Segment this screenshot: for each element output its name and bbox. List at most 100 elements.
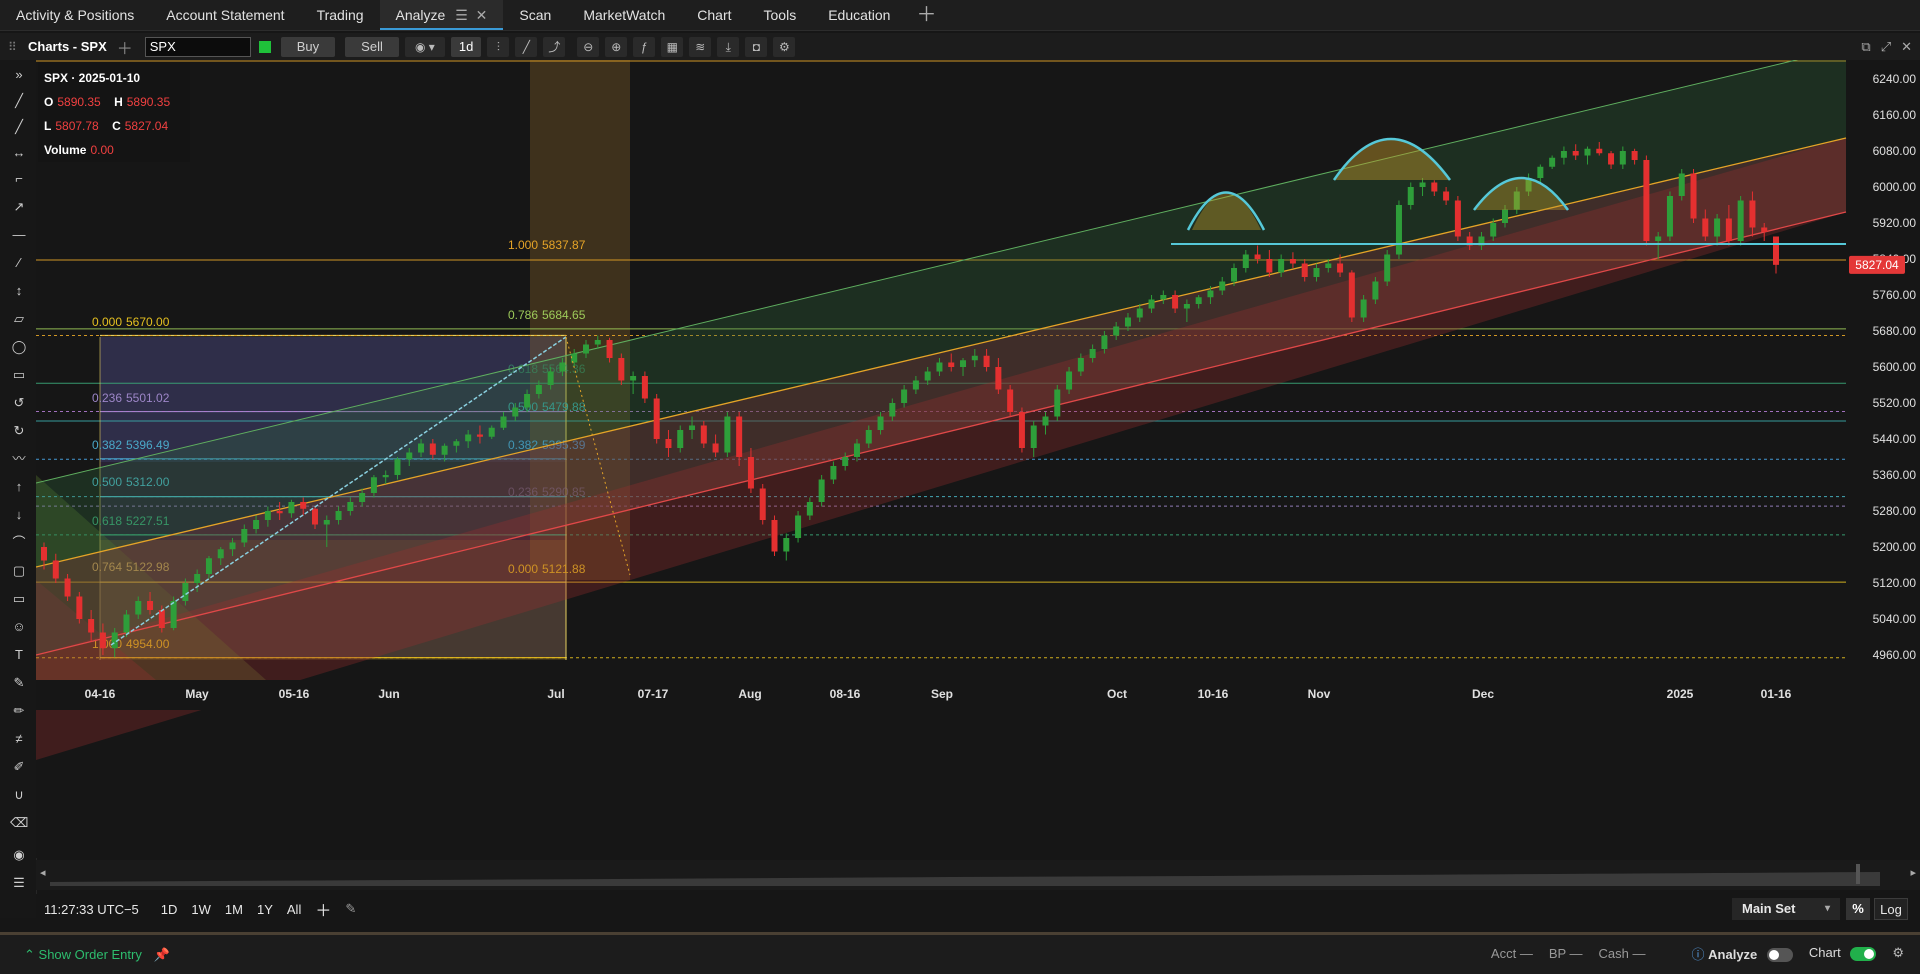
down-arrow-icon[interactable]: ↓ [10, 506, 28, 524]
nav-tools[interactable]: Tools [748, 0, 813, 30]
analyze-toggle[interactable] [1766, 948, 1793, 963]
pencil-icon[interactable]: ✏ [10, 702, 28, 720]
settings-icon[interactable]: ⚙ [1892, 945, 1904, 961]
arrow-tool-icon[interactable]: ↗ [10, 198, 28, 216]
comment-icon[interactable]: ▭ [10, 590, 28, 608]
magnet-icon[interactable]: ∪ [10, 786, 28, 804]
price-tick-0: 6240.00 [1873, 72, 1917, 86]
studies-icon[interactable]: ƒ [633, 36, 656, 57]
brush-icon[interactable]: ✐ [10, 758, 28, 776]
hline-tool-icon[interactable]: ↔ [10, 144, 28, 162]
layout-icon[interactable]: ▦ [661, 36, 684, 57]
horizontal-line-icon[interactable]: — [10, 226, 28, 244]
download-icon[interactable]: ⤓ [717, 36, 740, 57]
paint-tool-icon[interactable]: ⌐ [10, 170, 28, 188]
symbol-input[interactable] [144, 36, 251, 57]
sell-button[interactable]: Sell [345, 36, 399, 57]
line-tool-icon[interactable]: ╱ [10, 92, 28, 110]
nav-account-statement[interactable]: Account Statement [150, 0, 300, 30]
range-1y[interactable]: 1Y [257, 902, 273, 917]
zoom-out-icon[interactable]: ⊖ [577, 36, 600, 57]
arc-icon[interactable]: ⌒ [10, 534, 28, 552]
analyze-toggle-label: Analyze [1708, 946, 1758, 962]
layers-icon[interactable]: ≋ [689, 36, 712, 57]
candle-body-10 [158, 610, 165, 628]
time-navigator[interactable]: ◂ ▸ [36, 860, 1920, 890]
nav-scan[interactable]: Scan [503, 0, 567, 30]
range-1d[interactable]: 1D [161, 902, 178, 917]
drawing-line-icon[interactable]: ╱ [515, 36, 538, 57]
scroll-right-icon[interactable]: ▸ [1910, 866, 1916, 879]
up-arrow-icon[interactable]: ↑ [10, 478, 28, 496]
navigator-handle[interactable] [1856, 864, 1860, 884]
link-color-icon[interactable] [258, 40, 271, 53]
style-dropdown-icon[interactable]: ◉ ▾ [404, 36, 445, 57]
price-chart[interactable]: 0.000 5670.00 0.236 5501.02 0.382 5396.49 0.50… [35, 40, 1920, 858]
range-1w[interactable]: 1W [191, 902, 211, 917]
drag-handle-icon[interactable]: ⠿ [8, 40, 17, 54]
nav-activity-positions[interactable]: Activity & Positions [0, 0, 150, 30]
curve-icon[interactable]: ↺ [10, 394, 28, 412]
lasso-icon[interactable]: ↻ [10, 422, 28, 440]
navigator-overview[interactable] [50, 862, 1880, 888]
rectangle-icon[interactable]: ▭ [10, 366, 28, 384]
vertical-line-icon[interactable]: ↕ [10, 282, 28, 300]
buy-button[interactable]: Buy [280, 36, 336, 57]
nav-education[interactable]: Education [812, 0, 906, 30]
chart-type-icon[interactable]: ⫶ [487, 36, 510, 57]
ohlc-header[interactable]: SPX · 2025-01-10 [44, 66, 184, 90]
main-set-dropdown[interactable]: Main Set ▾ [1732, 898, 1840, 920]
scroll-left-icon[interactable]: ◂ [40, 866, 46, 879]
nav-analyze[interactable]: Analyze ☰ ✕ [379, 0, 504, 30]
text-tool-icon[interactable]: T [10, 646, 28, 664]
camera-icon[interactable]: ◘ [745, 36, 768, 57]
zoom-in-icon[interactable]: ⊕ [605, 36, 628, 57]
info-icon[interactable]: ⓘ [1692, 947, 1705, 962]
interval-button[interactable]: 1d [450, 36, 482, 57]
range-all[interactable]: All [287, 902, 301, 917]
close-icon[interactable]: ✕ [476, 7, 488, 23]
emoji-icon[interactable]: ☺ [10, 618, 28, 636]
time-tick-2: 05-16 [279, 687, 310, 701]
trend-icon[interactable]: ⤴ [543, 36, 566, 57]
popout-icon[interactable]: ⧉ [1861, 33, 1870, 60]
menu-icon[interactable]: ☰ [455, 7, 468, 23]
eraser-icon[interactable]: ⌫ [10, 814, 28, 832]
fib-tool-icon[interactable]: ≠ [10, 730, 28, 748]
extended-line-icon[interactable]: ⁄ [10, 254, 28, 272]
pin-icon[interactable]: 📌 [154, 947, 170, 963]
add-range-icon[interactable]: ＋ [315, 897, 331, 921]
candle-body-99 [1207, 290, 1214, 298]
time-tick-3: Jun [378, 687, 399, 701]
settings-gear-icon[interactable]: ⚙ [773, 36, 796, 57]
range-1m[interactable]: 1M [225, 902, 243, 917]
fib-right-ratio-1: 1.000 [508, 238, 538, 252]
percent-button[interactable]: % [1846, 898, 1870, 920]
ellipse-icon[interactable]: ◯ [10, 338, 28, 356]
close-window-icon[interactable]: ✕ [1901, 33, 1912, 60]
chart-canvas[interactable]: 0.000 5670.000.236 5501.020.382 5396.490.50… [35, 40, 1920, 858]
drawing-list-icon[interactable]: ☰ [10, 874, 28, 892]
visibility-eye-icon[interactable]: ◉ [10, 846, 28, 864]
candle-body-91 [1113, 326, 1120, 336]
candle-body-118 [1431, 182, 1438, 192]
edit-range-icon[interactable]: ✎ [345, 901, 356, 917]
nav-trading[interactable]: Trading [301, 0, 380, 30]
price-tick-12: 5280.00 [1873, 504, 1917, 518]
add-tab-icon[interactable]: ＋ [906, 0, 946, 30]
callout-icon[interactable]: ▢ [10, 562, 28, 580]
show-order-entry-link[interactable]: ⌃ Show Order Entry [24, 947, 142, 963]
ray-tool-icon[interactable]: ╱ [10, 118, 28, 136]
nav-marketwatch[interactable]: MarketWatch [567, 0, 681, 30]
channel-icon[interactable]: ▱ [10, 310, 28, 328]
marker-icon[interactable]: ✎ [10, 674, 28, 692]
add-chart-icon[interactable]: ＋ [117, 35, 133, 59]
expand-icon[interactable]: » [10, 66, 28, 84]
fullscreen-icon[interactable]: ⤢ [1881, 33, 1891, 60]
high-label: H [114, 95, 123, 109]
drawing-toolbar: » ╱ ╱ ↔ ⌐ ↗ — ⁄ ↕ ▱ ◯ ▭ ↺ ↻ 〰 ↑ ↓ ⌒ ▢ ▭ … [0, 60, 37, 918]
chart-toggle[interactable] [1850, 946, 1877, 961]
path-icon[interactable]: 〰 [10, 450, 28, 468]
nav-chart[interactable]: Chart [681, 0, 747, 30]
log-button[interactable]: Log [1874, 898, 1908, 920]
